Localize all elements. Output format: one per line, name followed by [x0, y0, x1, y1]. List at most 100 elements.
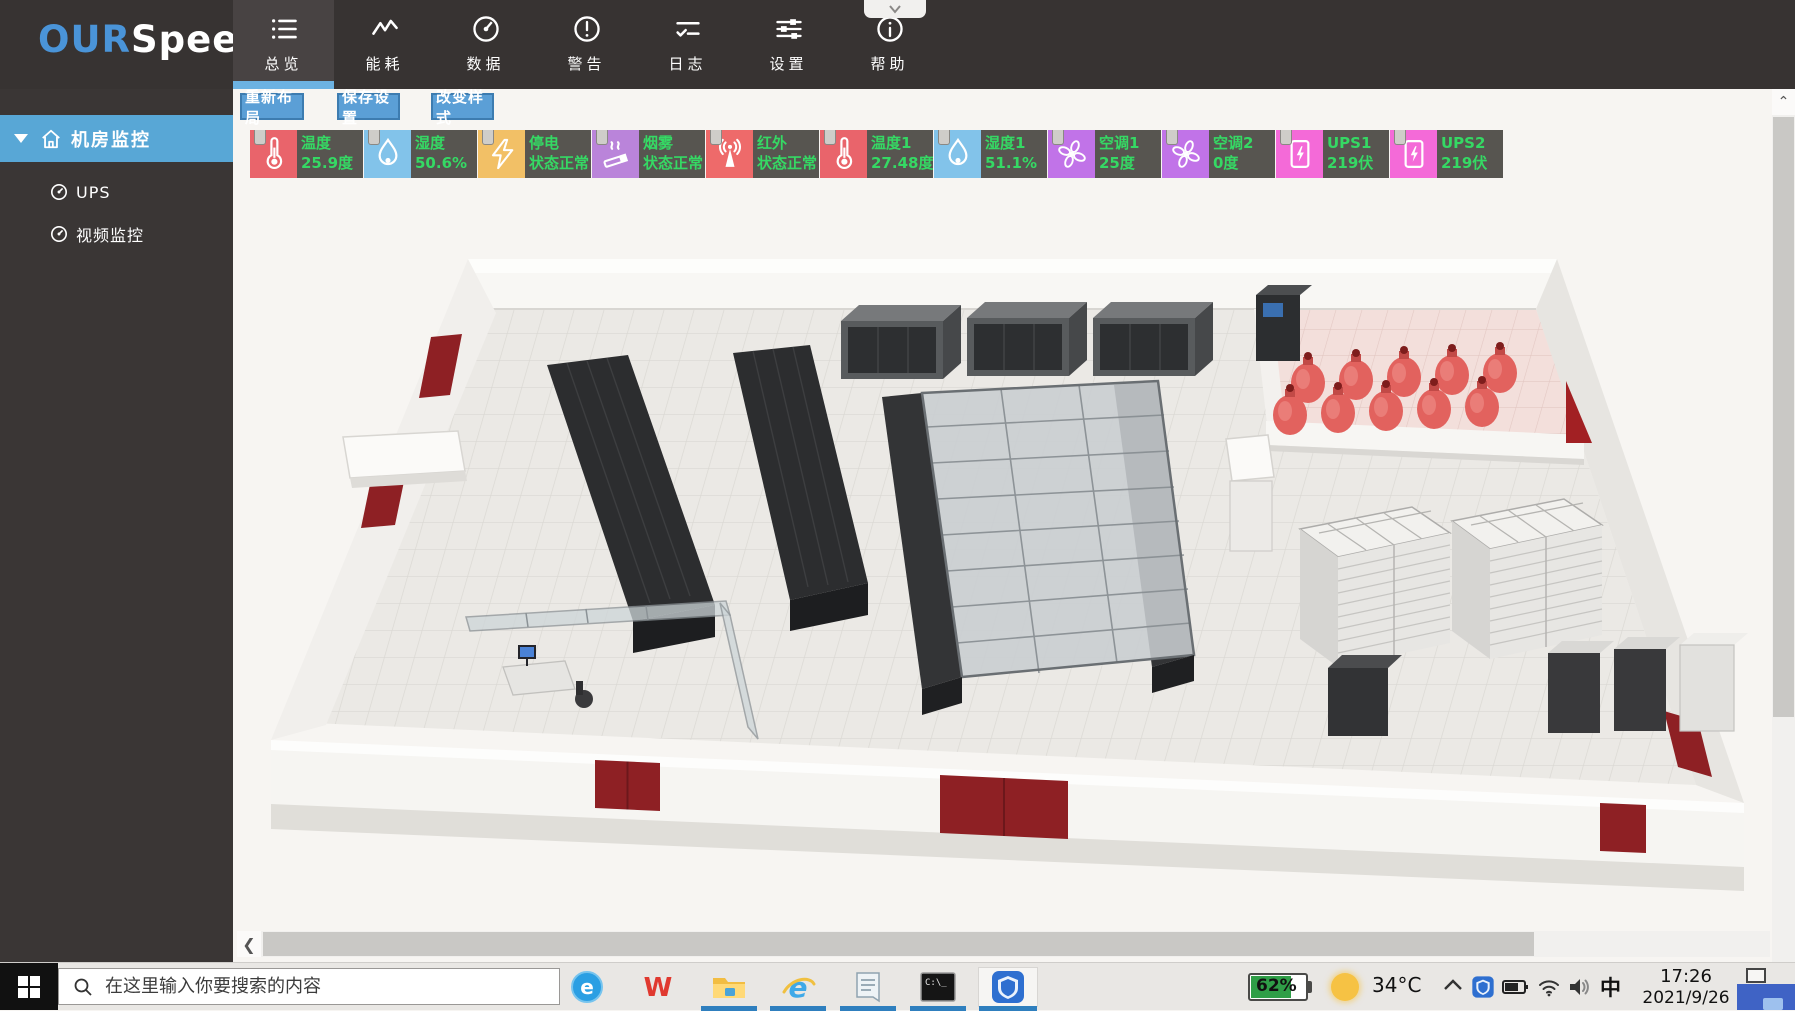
- sensor-tile-temperature[interactable]: 温度25.9度: [250, 130, 363, 178]
- start-button[interactable]: [0, 963, 58, 1010]
- sensor-tile-ups-1[interactable]: UPS1219伏: [1276, 130, 1389, 178]
- notification-icon[interactable]: [1746, 968, 1766, 983]
- weather-temperature[interactable]: 34°C: [1372, 973, 1421, 997]
- battery-icon: [1276, 130, 1323, 178]
- gauge-icon: [50, 183, 68, 201]
- bolt-icon: [478, 130, 525, 178]
- taskbar-app-wps[interactable]: W: [628, 967, 688, 1007]
- sensor-value: 0度: [1213, 153, 1275, 174]
- data-gauge-icon: [471, 14, 501, 44]
- sidebar-item-label: 视频监控: [76, 222, 144, 246]
- taskbar-search[interactable]: [58, 968, 560, 1005]
- sensor-tile-ac-2[interactable]: 空调20度: [1162, 130, 1275, 178]
- sensor-value: 219伏: [1327, 153, 1389, 174]
- sensor-label: 烟雾: [643, 133, 705, 153]
- search-input[interactable]: [103, 975, 527, 998]
- relayout-button[interactable]: 重新布局: [240, 93, 304, 120]
- home-icon: [40, 128, 62, 150]
- sensor-label: 红外: [757, 133, 819, 153]
- app-logo: OURSpeed: [38, 18, 266, 61]
- sensor-tiles-row: 温度25.9度湿度50.6%停电状态正常烟雾状态正常红外状态正常温度127.48…: [250, 130, 1504, 178]
- nav-label: 能耗: [365, 53, 403, 74]
- nav-tab-settings[interactable]: 设置: [738, 0, 839, 89]
- tile-handle: [596, 130, 608, 145]
- sensor-tile-temperature-1[interactable]: 温度127.48度: [820, 130, 933, 178]
- tile-handle: [824, 130, 836, 145]
- taskbar-app-monitor[interactable]: [978, 967, 1038, 1007]
- corner-popup-window[interactable]: [1737, 984, 1795, 1010]
- tray-battery-icon[interactable]: [1502, 975, 1528, 999]
- nav-tab-energy[interactable]: 能耗: [334, 0, 435, 89]
- horizontal-scrollbar[interactable]: ❮: [237, 931, 1770, 957]
- sidebar-item-ups[interactable]: UPS: [0, 175, 233, 209]
- sensor-tile-humidity[interactable]: 湿度50.6%: [364, 130, 477, 178]
- sensor-label: UPS2: [1441, 133, 1503, 153]
- sidebar-item-video-monitoring[interactable]: 视频监控: [0, 217, 233, 251]
- terminal-icon: C:\_: [920, 972, 956, 1002]
- scroll-left-arrow-icon[interactable]: ❮: [237, 931, 261, 957]
- nav-tab-logs[interactable]: 日志: [637, 0, 738, 89]
- taskbar-app-notepad[interactable]: [838, 967, 898, 1007]
- scroll-up-arrow-icon[interactable]: ⌃: [1772, 89, 1795, 115]
- running-indicator: [701, 1006, 757, 1011]
- main-content: 重新布局 保存设置 改变样式 温度25.9度湿度50.6%停电状态正常烟雾状态正…: [233, 89, 1772, 962]
- clock-time: 17:26: [1630, 966, 1742, 988]
- taskbar-app-file-explorer[interactable]: [699, 967, 759, 1007]
- collapse-tab[interactable]: [864, 0, 926, 18]
- sensor-tile-power-cut[interactable]: 停电状态正常: [478, 130, 591, 178]
- running-indicator: [910, 1006, 966, 1011]
- sensor-info: 温度127.48度: [867, 130, 933, 178]
- sensor-info: 烟雾状态正常: [639, 130, 705, 178]
- nav-label: 总览: [264, 53, 302, 74]
- tile-handle: [254, 130, 266, 145]
- tray-wifi-icon[interactable]: [1536, 975, 1562, 999]
- vertical-scroll-thumb[interactable]: [1773, 117, 1794, 717]
- battery-percent-label: 62%: [1256, 976, 1297, 996]
- ime-indicator[interactable]: 中: [1600, 972, 1621, 1002]
- change-style-button[interactable]: 改变样式: [431, 93, 494, 120]
- windows-taskbar: e W e C:\_ 62% 34°C 中 17:26: [0, 962, 1795, 1010]
- taskbar-app-internet-explorer[interactable]: e: [768, 967, 828, 1007]
- list-icon: [269, 14, 299, 44]
- vertical-scrollbar[interactable]: ⌃: [1772, 89, 1795, 962]
- shield-app-icon: [990, 969, 1026, 1005]
- battery-widget-nub: [1308, 981, 1312, 993]
- svg-text:W: W: [644, 973, 673, 1002]
- sensor-value: 25度: [1099, 153, 1161, 174]
- sensor-info: UPS1219伏: [1323, 130, 1389, 178]
- ie-icon: e: [780, 970, 816, 1004]
- tray-volume-icon[interactable]: [1566, 975, 1592, 999]
- weather-sun-icon[interactable]: [1331, 973, 1359, 1001]
- taskbar-app-terminal[interactable]: C:\_: [908, 967, 968, 1007]
- server-room-3d-view[interactable]: [268, 225, 1770, 927]
- tray-expand-chevron[interactable]: [1442, 977, 1464, 997]
- log-icon: [673, 14, 703, 44]
- energy-icon: [370, 14, 400, 44]
- sensor-tile-smoke[interactable]: 烟雾状态正常: [592, 130, 705, 178]
- nav-tab-overview[interactable]: 总览: [233, 0, 334, 89]
- fan-icon: [1048, 130, 1095, 178]
- nav-tab-alerts[interactable]: 警告: [536, 0, 637, 89]
- save-settings-button[interactable]: 保存设置: [337, 93, 400, 120]
- taskbar-clock[interactable]: 17:26 2021/9/26: [1630, 966, 1742, 1008]
- sensor-tile-humidity-1[interactable]: 湿度151.1%: [934, 130, 1047, 178]
- taskbar-app-edge[interactable]: e: [557, 967, 617, 1007]
- horizontal-scroll-thumb[interactable]: [263, 932, 1534, 956]
- sensor-value: 状态正常: [529, 153, 591, 174]
- nav-label: 日志: [668, 53, 706, 74]
- tray-shield-icon[interactable]: [1470, 975, 1496, 999]
- search-icon: [73, 977, 93, 997]
- sidebar-item-room-monitoring[interactable]: 机房监控: [0, 115, 233, 162]
- tile-handle: [1166, 130, 1178, 145]
- sensor-tile-ac-1[interactable]: 空调125度: [1048, 130, 1161, 178]
- sensor-info: 红外状态正常: [753, 130, 819, 178]
- sensor-info: 湿度151.1%: [981, 130, 1047, 178]
- sensor-tile-ups-2[interactable]: UPS2219伏: [1390, 130, 1503, 178]
- sensor-info: 湿度50.6%: [411, 130, 477, 178]
- sensor-tile-infrared[interactable]: 红外状态正常: [706, 130, 819, 178]
- sidebar-item-label: UPS: [76, 183, 111, 202]
- sensor-label: 温度: [301, 133, 363, 153]
- nav-tab-data[interactable]: 数据: [435, 0, 536, 89]
- tile-handle: [938, 130, 950, 145]
- battery-percentage-widget[interactable]: 62%: [1248, 973, 1308, 1001]
